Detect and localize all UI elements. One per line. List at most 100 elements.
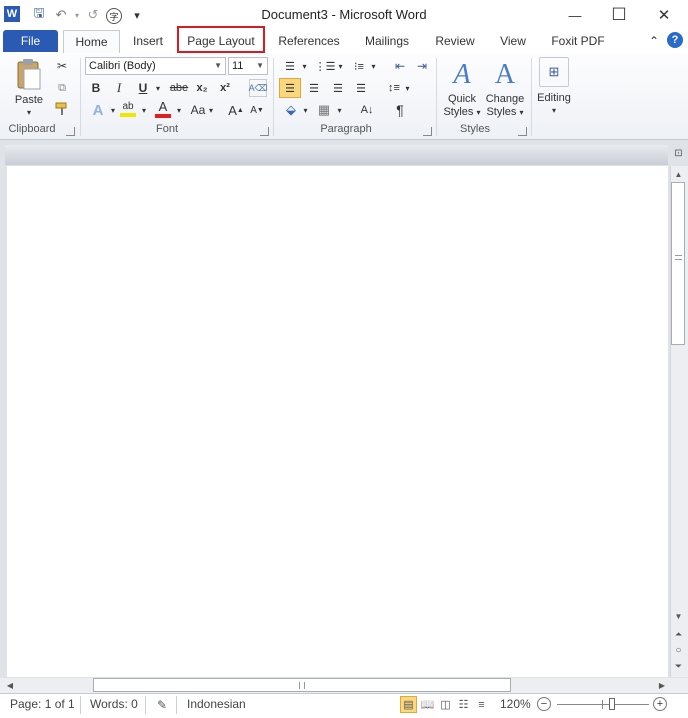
line-spacing-dropdown-icon[interactable]: ▾ — [403, 79, 412, 97]
paste-dropdown-icon[interactable]: ▾ — [12, 106, 46, 119]
underline-button[interactable]: U — [135, 79, 151, 97]
justify-button[interactable]: ☰ — [352, 79, 370, 97]
show-hide-marks-button[interactable]: ¶ — [391, 101, 409, 119]
paragraph-dialog-launcher[interactable] — [423, 127, 432, 136]
tab-foxit-pdf[interactable]: Foxit PDF — [547, 30, 609, 52]
font-name-combo[interactable]: Calibri (Body) ▼ — [85, 57, 226, 75]
sort-icon[interactable]: A↓ — [357, 101, 377, 119]
change-styles-icon[interactable]: A — [488, 58, 522, 92]
vertical-scroll-thumb[interactable] — [671, 182, 685, 345]
decrease-indent-icon[interactable]: ⇤ — [391, 58, 409, 74]
subscript-button[interactable]: x₂ — [194, 79, 210, 97]
increase-indent-icon[interactable]: ⇥ — [413, 58, 431, 74]
zoom-level[interactable]: 120% — [500, 697, 531, 711]
borders-icon[interactable]: ▦ — [315, 101, 333, 119]
numbering-dropdown-icon[interactable]: ▾ — [336, 58, 345, 74]
scroll-right-icon[interactable]: ▶ — [656, 679, 668, 692]
editing-dropdown-icon[interactable]: ▾ — [532, 104, 576, 117]
status-separator — [80, 696, 81, 714]
text-effects-dropdown-icon[interactable]: ▾ — [108, 101, 118, 119]
ruler-strip — [5, 145, 668, 165]
minimize-button[interactable]: — — [552, 0, 598, 30]
highlighter-icon[interactable]: ab — [119, 99, 137, 119]
styles-dialog-launcher[interactable] — [518, 127, 527, 136]
tab-review[interactable]: Review — [431, 30, 479, 52]
cut-icon[interactable]: ✂ — [54, 58, 70, 74]
browse-object-icon[interactable]: ○ — [671, 643, 686, 657]
font-color-icon[interactable]: A — [154, 99, 172, 119]
clear-formatting-icon[interactable]: A⌫ — [249, 79, 267, 97]
superscript-button[interactable]: x² — [217, 79, 233, 97]
web-layout-view-icon[interactable]: ◫ — [437, 696, 454, 713]
font-group-label: Font — [155, 123, 178, 135]
font-dialog-launcher[interactable] — [260, 127, 269, 136]
zoom-out-icon[interactable]: − — [537, 697, 551, 711]
document-page[interactable] — [7, 166, 668, 677]
shading-dropdown-icon[interactable]: ▾ — [301, 101, 310, 119]
scroll-down-icon[interactable]: ▼ — [671, 610, 686, 622]
quick-styles-icon[interactable]: A — [446, 58, 478, 92]
outline-view-icon[interactable]: ☷ — [455, 696, 472, 713]
font-color-dropdown-icon[interactable]: ▾ — [174, 101, 184, 119]
multilevel-list-icon[interactable]: ⁝≡ — [350, 58, 368, 74]
grow-font-button[interactable]: A ▲ — [228, 101, 244, 119]
draft-view-icon[interactable]: ≡ — [473, 696, 490, 713]
shading-icon[interactable]: ⬙ — [282, 101, 300, 119]
tab-mailings[interactable]: Mailings — [357, 30, 417, 52]
paragraph-group-label: Paragraph — [320, 123, 372, 135]
zoom-slider-thumb[interactable] — [609, 698, 616, 710]
change-case-dropdown-icon[interactable]: ▾ — [206, 101, 216, 119]
strikethrough-button[interactable]: abe — [168, 79, 190, 97]
bullets-dropdown-icon[interactable]: ▾ — [300, 58, 309, 74]
tab-view[interactable]: View — [494, 30, 532, 52]
language[interactable]: Indonesian — [187, 697, 246, 711]
clipboard-dialog-launcher[interactable] — [66, 127, 75, 136]
horizontal-scroll-thumb[interactable] — [93, 678, 511, 692]
group-separator — [436, 58, 437, 136]
align-left-button[interactable]: ☰ — [279, 78, 301, 98]
help-icon[interactable]: ? — [667, 32, 683, 48]
numbering-icon[interactable]: ⋮☰ — [315, 58, 336, 74]
full-screen-reading-view-icon[interactable]: 📖 — [419, 696, 436, 713]
styles-group-label: Styles — [460, 123, 490, 135]
highlighter-dropdown-icon[interactable]: ▾ — [139, 101, 149, 119]
underline-dropdown-icon[interactable]: ▾ — [153, 79, 163, 97]
paste-icon[interactable] — [14, 58, 44, 92]
line-spacing-icon[interactable]: ↕≡ — [385, 79, 403, 97]
tab-home[interactable]: Home — [63, 30, 120, 54]
binoculars-icon[interactable]: ⊞ — [539, 57, 569, 87]
text-effects-icon[interactable]: A — [88, 101, 108, 119]
scroll-up-icon[interactable]: ▲ — [671, 168, 686, 180]
change-case-button[interactable]: Aa — [189, 101, 207, 119]
bullets-icon[interactable]: ☰ — [281, 58, 299, 74]
next-page-icon[interactable]: ⏷ — [671, 659, 686, 673]
format-painter-icon[interactable] — [54, 101, 70, 117]
minimize-ribbon-icon[interactable]: ⌃ — [646, 33, 662, 49]
align-center-button[interactable]: ☰ — [305, 79, 323, 97]
tab-file[interactable]: File — [3, 30, 58, 52]
italic-button[interactable]: I — [111, 79, 127, 97]
copy-icon[interactable]: ⧉ — [54, 80, 70, 96]
tab-insert[interactable]: Insert — [123, 30, 173, 52]
clipboard-group-label: Clipboard — [8, 123, 56, 135]
zoom-in-icon[interactable]: + — [653, 697, 667, 711]
word-count[interactable]: Words: 0 — [90, 697, 138, 711]
close-button[interactable]: ✕ — [641, 0, 687, 30]
previous-page-icon[interactable]: ⏶ — [671, 627, 686, 641]
page-count[interactable]: Page: 1 of 1 — [10, 697, 75, 711]
bold-button[interactable]: B — [88, 79, 104, 97]
borders-dropdown-icon[interactable]: ▾ — [335, 101, 344, 119]
multilevel-list-dropdown-icon[interactable]: ▾ — [369, 58, 378, 74]
change-styles-label[interactable]: Change Styles ▾ — [483, 93, 527, 119]
view-ruler-icon[interactable]: ⊡ — [671, 146, 686, 161]
shrink-font-button[interactable]: A ▼ — [249, 101, 265, 119]
maximize-button[interactable]: ☐ — [596, 0, 642, 30]
font-size-combo[interactable]: 11 ▼ — [228, 57, 268, 75]
quick-styles-label[interactable]: Quick Styles ▾ — [442, 93, 482, 119]
zoom-slider-track[interactable] — [557, 704, 649, 705]
align-right-button[interactable]: ☰ — [329, 79, 347, 97]
tab-references[interactable]: References — [274, 30, 344, 52]
proofing-icon[interactable]: ✎ — [153, 696, 171, 713]
print-layout-view-icon[interactable]: ▤ — [400, 696, 417, 713]
scroll-left-icon[interactable]: ◀ — [4, 679, 16, 692]
